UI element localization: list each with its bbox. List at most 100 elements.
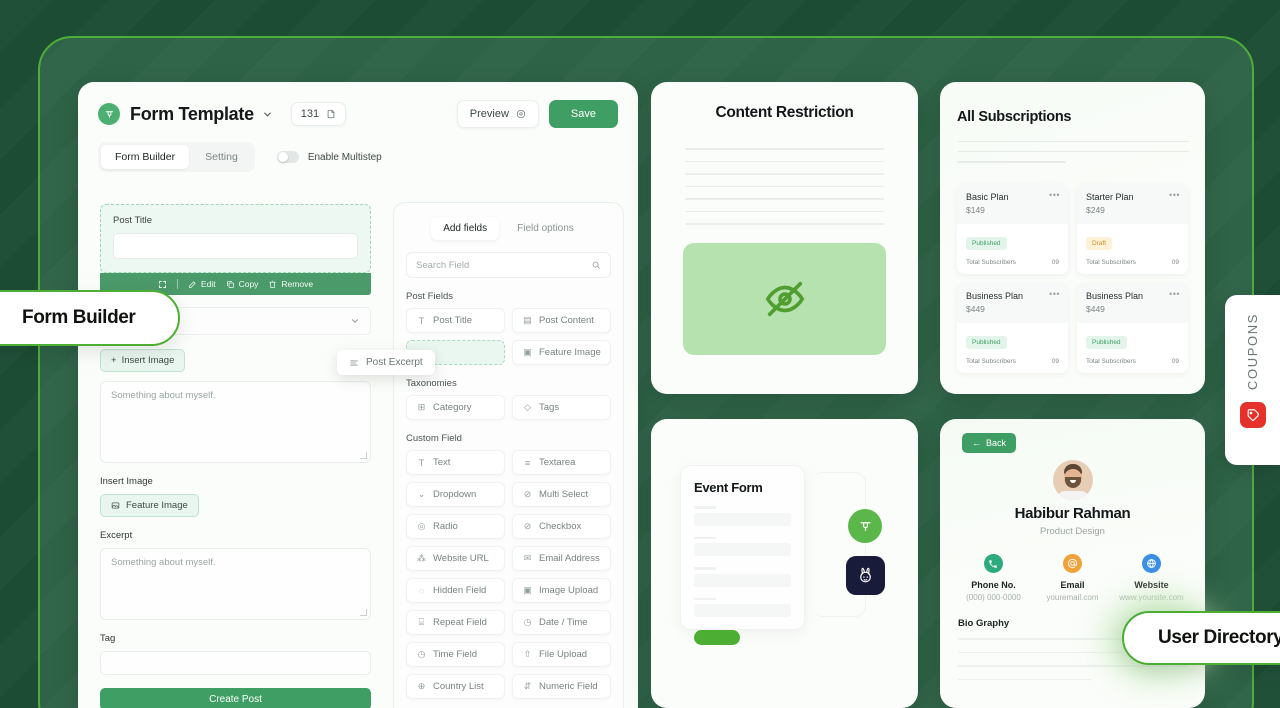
- dragged-field-chip[interactable]: Post Excerpt: [337, 350, 435, 375]
- field-item-textarea[interactable]: ≡ Textarea: [512, 450, 611, 475]
- at-icon: [1062, 554, 1082, 573]
- event-submit-button[interactable]: [694, 630, 740, 645]
- contact-email[interactable]: Email youremail.com: [1033, 554, 1111, 602]
- field-item-feature-image[interactable]: ▣ Feature Image: [512, 340, 611, 365]
- enable-multistep-toggle[interactable]: [276, 151, 299, 163]
- multistep-toggle-wrap: Enable Multistep: [276, 151, 382, 163]
- create-post-button[interactable]: Create Post: [100, 688, 371, 708]
- plan-card[interactable]: Basic Plan $149 ••• Published Total Subs…: [957, 183, 1068, 274]
- ellipsis-icon[interactable]: •••: [1169, 289, 1180, 299]
- post-title-input[interactable]: [113, 233, 358, 259]
- field-item-hidden-field[interactable]: ◌ Hidden Field: [406, 578, 505, 603]
- brand-icon-node[interactable]: [848, 509, 882, 543]
- field-item-numeric-field[interactable]: ⇵ Numeric Field: [512, 674, 611, 699]
- phone-icon: [983, 554, 1003, 573]
- plan-price: $249: [1086, 204, 1105, 215]
- field-item-file-upload[interactable]: ⇧ File Upload: [512, 642, 611, 667]
- field-item-category[interactable]: ⊞ Category: [406, 395, 505, 420]
- ellipsis-icon[interactable]: •••: [1169, 190, 1180, 200]
- text-format-icon: T: [418, 315, 425, 326]
- field-item-post-title[interactable]: T Post Title: [406, 308, 505, 333]
- back-label: Back: [986, 438, 1007, 448]
- eye-icon: [516, 109, 526, 119]
- remove-label: Remove: [281, 279, 314, 289]
- preview-button[interactable]: Preview: [456, 100, 539, 128]
- content-restriction-title: Content Restriction: [715, 104, 854, 121]
- save-button[interactable]: Save: [548, 100, 618, 128]
- copy-action[interactable]: Copy: [226, 279, 259, 289]
- event-input[interactable]: [694, 573, 791, 587]
- back-button[interactable]: ← Back: [962, 433, 1017, 453]
- form-builder-label: Form Builder: [0, 290, 180, 346]
- image-icon: ▣: [523, 347, 532, 357]
- coupons-tab[interactable]: COUPONS: [1225, 295, 1280, 465]
- contact-title: Phone No.: [971, 580, 1016, 590]
- builder-tabs-row: Form Builder Setting Enable Multistep: [98, 142, 618, 172]
- field-item-radio[interactable]: ◎ Radio: [406, 514, 505, 539]
- arrow-left-icon: ←: [972, 438, 981, 448]
- tab-setting[interactable]: Setting: [191, 145, 252, 169]
- feature-image-label: Feature Image: [126, 500, 188, 511]
- field-item-image-upload[interactable]: ▣ Image Upload: [512, 578, 611, 603]
- field-item-email-address[interactable]: ✉ Email Address: [512, 546, 611, 571]
- post-content-textarea[interactable]: Something about myself.: [100, 381, 371, 463]
- field-label: Category: [433, 402, 472, 413]
- field-item-country-list[interactable]: ⊕ Country List: [406, 674, 505, 699]
- field-grid: T Text ≡ Textarea ⌄ Dropdown ⊘ Multi Select …: [394, 450, 623, 699]
- content-restriction-card: Content Restriction: [651, 82, 918, 394]
- event-input[interactable]: [694, 604, 791, 617]
- chevron-down-icon: [352, 319, 358, 323]
- search-field-input[interactable]: Search Field: [406, 252, 611, 278]
- form-preview-pane: Post Title Edit Copy Remove + Insert Ima…: [78, 190, 393, 708]
- field-item-tags[interactable]: ◇ Tags: [512, 395, 611, 420]
- plan-body: Published Total Subscribers 09: [957, 224, 1068, 274]
- field-item-website-url[interactable]: ⁂ Website URL: [406, 546, 505, 571]
- field-item-dropdown[interactable]: ⌄ Dropdown: [406, 482, 505, 507]
- tag-input[interactable]: [100, 651, 371, 675]
- copy-icon[interactable]: [326, 109, 336, 119]
- field-group-custom-field: Custom Field T Text ≡ Textarea ⌄ Dropdown ⊘…: [394, 433, 623, 699]
- plan-card[interactable]: Starter Plan $249 ••• Draft Total Subscr…: [1077, 183, 1188, 274]
- feature-image-button[interactable]: Feature Image: [100, 494, 199, 517]
- ellipsis-icon[interactable]: •••: [1049, 190, 1060, 200]
- lines-icon: [349, 358, 359, 368]
- tab-field-options[interactable]: Field options: [505, 217, 586, 240]
- field-item-checkbox[interactable]: ⊘ Checkbox: [512, 514, 611, 539]
- contact-website[interactable]: Website www.yoursite.com: [1112, 554, 1190, 602]
- copy-label: Copy: [238, 279, 259, 289]
- contact-phone[interactable]: Phone No. (000) 000-0000: [954, 554, 1032, 602]
- field-label-skeleton: [694, 506, 716, 509]
- search-icon[interactable]: [591, 260, 601, 270]
- header-actions: Preview Save: [456, 100, 618, 128]
- envelope-icon: ✉: [523, 553, 532, 563]
- plan-card[interactable]: Business Plan $449 ••• Published Total S…: [1077, 282, 1188, 373]
- field-item-time-field[interactable]: ◷ Time Field: [406, 642, 505, 667]
- field-item-date-time[interactable]: ◷ Date / Time: [512, 610, 611, 635]
- plan-body: Draft Total Subscribers 09: [1077, 224, 1188, 274]
- edit-action[interactable]: Edit: [188, 279, 216, 289]
- clock-icon: ◷: [523, 617, 532, 627]
- excerpt-textarea[interactable]: Something about myself.: [100, 548, 371, 620]
- remove-action[interactable]: Remove: [268, 279, 313, 289]
- field-item-text[interactable]: T Text: [406, 450, 505, 475]
- tab-add-fields[interactable]: Add fields: [431, 217, 500, 240]
- rabbit-icon-node[interactable]: [846, 556, 885, 595]
- event-input[interactable]: [694, 543, 791, 556]
- field-item-repeat-field[interactable]: ⌸ Repeat Field: [406, 610, 505, 635]
- field-item-multi-select[interactable]: ⊘ Multi Select: [512, 482, 611, 507]
- repeat-icon: ⌸: [418, 617, 425, 627]
- tab-form-builder[interactable]: Form Builder: [101, 145, 190, 169]
- field-label: Dropdown: [433, 489, 477, 500]
- plan-card[interactable]: Business Plan $449 ••• Published Total S…: [957, 282, 1068, 373]
- lines-icon: ≡: [524, 457, 531, 468]
- plan-header: Basic Plan $149 •••: [957, 183, 1068, 224]
- move-icon[interactable]: [158, 280, 167, 289]
- form-id-badge[interactable]: 131: [290, 102, 347, 126]
- post-title-block[interactable]: Post Title: [100, 204, 371, 273]
- chevron-down-icon[interactable]: [262, 109, 273, 120]
- insert-image-button[interactable]: + Insert Image: [100, 349, 186, 372]
- ellipsis-icon[interactable]: •••: [1049, 289, 1060, 299]
- plus-icon: +: [111, 355, 117, 366]
- field-item-post-content[interactable]: ▤ Post Content: [512, 308, 611, 333]
- event-input[interactable]: [694, 512, 791, 526]
